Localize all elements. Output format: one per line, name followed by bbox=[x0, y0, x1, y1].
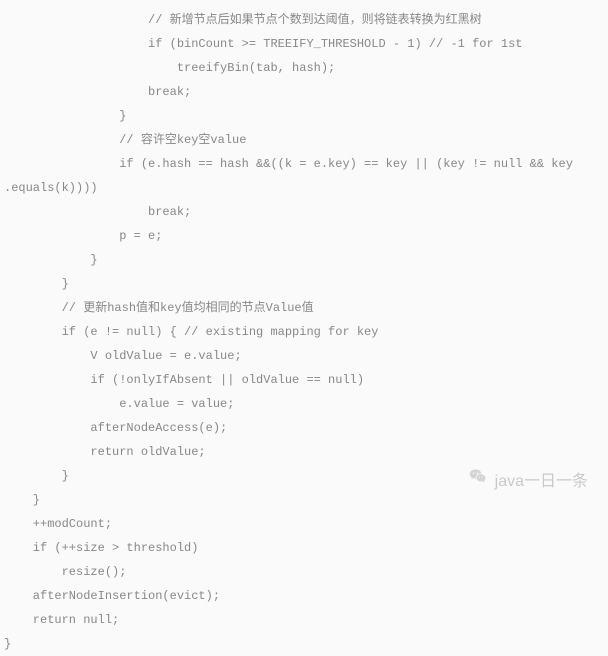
code-line: e.value = value; bbox=[4, 392, 604, 416]
code-line: // 容许空key空value bbox=[4, 128, 604, 152]
watermark: java一日一条 bbox=[467, 466, 588, 498]
code-line: treeifyBin(tab, hash); bbox=[4, 56, 604, 80]
code-line: // 新增节点后如果节点个数到达阈值，则将链表转换为红黑树 bbox=[4, 8, 604, 32]
code-line: if (binCount >= TREEIFY_THRESHOLD - 1) /… bbox=[4, 32, 604, 56]
code-line: return oldValue; bbox=[4, 440, 604, 464]
code-line: break; bbox=[4, 200, 604, 224]
code-line: // 更新hash值和key值均相同的节点Value值 bbox=[4, 296, 604, 320]
code-block: // 新增节点后如果节点个数到达阈值，则将链表转换为红黑树 if (binCou… bbox=[4, 8, 604, 656]
code-line: } bbox=[4, 272, 604, 296]
code-line: if (e.hash == hash &&((k = e.key) == key… bbox=[4, 152, 604, 176]
code-line: } bbox=[4, 248, 604, 272]
code-line: ++modCount; bbox=[4, 512, 604, 536]
code-line: } bbox=[4, 632, 604, 656]
code-line: return null; bbox=[4, 608, 604, 632]
code-line: } bbox=[4, 104, 604, 128]
code-line: if (!onlyIfAbsent || oldValue == null) bbox=[4, 368, 604, 392]
wechat-icon bbox=[467, 466, 489, 498]
code-line: resize(); bbox=[4, 560, 604, 584]
code-line: break; bbox=[4, 80, 604, 104]
code-line: if (++size > threshold) bbox=[4, 536, 604, 560]
code-line: afterNodeAccess(e); bbox=[4, 416, 604, 440]
code-line: V oldValue = e.value; bbox=[4, 344, 604, 368]
code-line: .equals(k)))) bbox=[4, 176, 604, 200]
watermark-text: java一日一条 bbox=[495, 466, 588, 498]
code-line: p = e; bbox=[4, 224, 604, 248]
code-line: afterNodeInsertion(evict); bbox=[4, 584, 604, 608]
code-line: if (e != null) { // existing mapping for… bbox=[4, 320, 604, 344]
